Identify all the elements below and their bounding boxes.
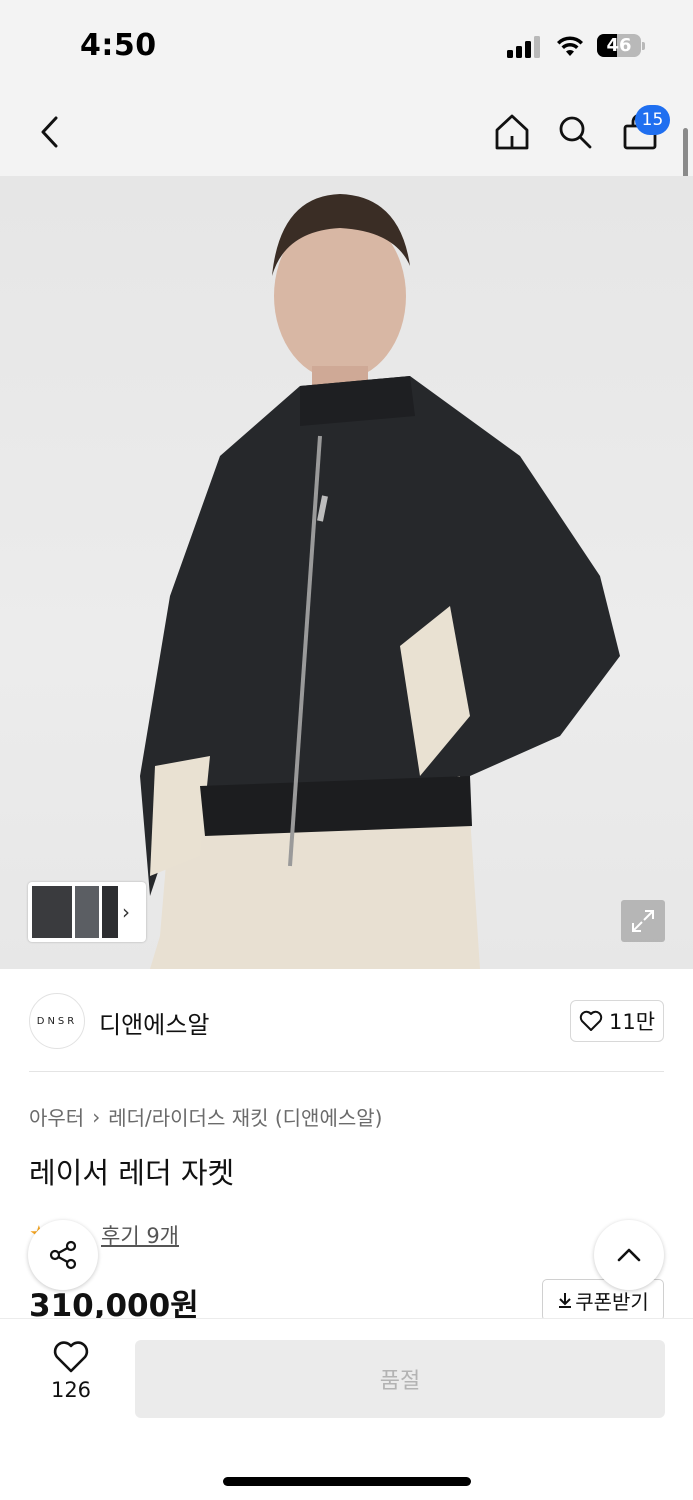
cellular-signal-icon: [507, 34, 543, 58]
divider: [29, 1071, 664, 1072]
brand-like-count: 11만: [608, 1010, 656, 1034]
wishlist-count: 126: [50, 1378, 92, 1402]
heart-icon: [53, 1341, 89, 1373]
chevron-left-icon: [41, 116, 58, 148]
search-icon: [559, 116, 592, 149]
thumbnail-image[interactable]: [75, 886, 99, 938]
wifi-icon: [555, 32, 585, 58]
battery-percent: 46: [606, 35, 632, 56]
brand-logo[interactable]: DNSR: [29, 993, 85, 1049]
sold-out-button[interactable]: 품절: [135, 1340, 665, 1418]
brand-like-button[interactable]: 11만: [570, 1000, 664, 1042]
back-button[interactable]: [26, 108, 74, 156]
breadcrumb: 아우터 › 레더/라이더스 재킷 (디앤에스알): [29, 1102, 382, 1131]
status-time: 4:50: [80, 28, 157, 63]
thumbnail-image[interactable]: [32, 886, 72, 938]
battery-icon: 46: [597, 34, 645, 57]
product-image[interactable]: [0, 176, 693, 969]
download-icon: [559, 1293, 572, 1308]
brand-name[interactable]: 디앤에스알: [99, 1005, 209, 1040]
expand-icon: [632, 910, 654, 932]
thumbnail-image[interactable]: [102, 886, 118, 938]
share-icon: [49, 1240, 77, 1270]
status-bar: 4:50 46: [0, 0, 693, 88]
nav-header: [0, 88, 693, 176]
home-indicator: [223, 1477, 471, 1486]
expand-image-button[interactable]: [621, 900, 665, 942]
product-title: 레이서 레더 자켓: [29, 1156, 235, 1190]
share-button[interactable]: [28, 1220, 98, 1290]
home-button[interactable]: [488, 108, 536, 156]
reviews-link[interactable]: 후기 9개: [101, 1220, 179, 1250]
search-button[interactable]: [551, 108, 599, 156]
chevron-up-icon: [617, 1248, 641, 1262]
cart-count-badge: 15: [635, 105, 670, 135]
chevron-right-icon: ›: [92, 1104, 101, 1129]
coupon-label: 쿠폰받기: [575, 1289, 649, 1314]
chevron-right-icon[interactable]: ›: [122, 900, 130, 924]
wishlist-button[interactable]: 126: [30, 1340, 112, 1416]
heart-icon: [579, 1010, 603, 1031]
home-icon: [495, 114, 529, 150]
scroll-top-button[interactable]: [594, 1220, 664, 1290]
breadcrumb-subcategory[interactable]: 레더/라이더스 재킷 (디앤에스알): [108, 1102, 382, 1131]
breadcrumb-category[interactable]: 아우터: [29, 1102, 84, 1131]
